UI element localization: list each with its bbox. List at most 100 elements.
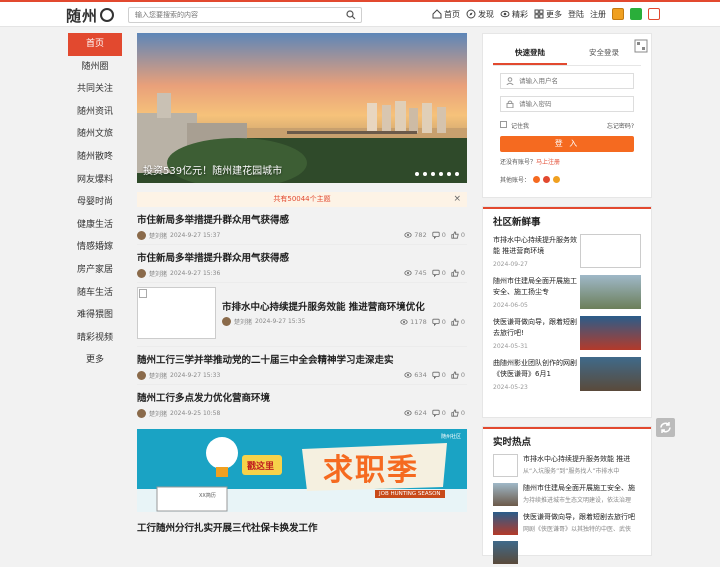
post-title[interactable]: 市排水中心持续提升服务效能 推进营商环境优化 [222,299,425,313]
hot-item-image[interactable] [493,512,518,535]
hot-item[interactable]: 侠医谦哥做向导，跟着短剧去旅行吧 网剧《侠医谦哥》以其独特的中医、武侠 [493,509,641,538]
post-item[interactable]: 市住新局多举措提升群众用气获得感 楚刘猪 2024-9-27 15:36 745… [137,245,467,283]
wechat-icon[interactable] [630,8,642,20]
avatar[interactable] [137,269,146,278]
avatar[interactable] [137,231,146,240]
register-now-link[interactable]: 马上注册 [536,159,560,166]
community-item[interactable]: 随州市住建局全面开展施工安全、施工扬尘专 2024-06-05 [493,272,641,313]
register-link[interactable]: 注册 [590,9,606,20]
weibo-icon[interactable] [648,8,660,20]
community-item-image[interactable] [580,357,641,391]
post-item[interactable]: 工行随州分行扎实开展三代社保卡换发工作 [137,512,467,542]
post-item[interactable]: 市住新局多举措提升群众用气获得感 楚刘猪 2024-9-27 15:37 782… [137,207,467,245]
sidebar-item-home-living[interactable]: 房产家居 [68,259,122,282]
banner-caption[interactable]: 投资539亿元！随州建花园城市 [143,162,282,177]
hot-item-title[interactable]: 随州市住建局全面开展施工安全、施 [523,483,653,493]
thumbs-up-icon[interactable] [451,318,459,326]
carousel-dot[interactable] [415,172,419,176]
qq-icon[interactable] [533,176,541,183]
post-item[interactable]: 市排水中心持续提升服务效能 推进营商环境优化 楚刘猪 2024-9-27 15:… [137,283,467,347]
sidebar-item-common-focus[interactable]: 共同关注 [68,78,122,101]
username-input[interactable] [501,74,633,88]
thumbs-up-icon[interactable] [451,409,459,417]
phone-login-icon[interactable] [553,176,561,183]
sidebar-item-more[interactable]: 更多 [68,349,122,372]
hot-item-title[interactable]: 市排水中心持续提升服务效能 推进 [523,454,653,464]
app-download-icon[interactable] [612,8,624,20]
nav-discover[interactable]: 发现 [466,9,494,20]
close-icon[interactable]: × [453,192,461,207]
community-item[interactable]: 侠医谦哥做向导，跟着短剧去旅行吧! 2024-05-31 [493,313,641,354]
nav-featured[interactable]: 精彩 [500,9,528,20]
sidebar-item-home[interactable]: 首页 [68,33,122,56]
sidebar-item-tips[interactable]: 网友爆料 [68,169,122,192]
community-item[interactable]: 曲随州影业团队创作的网剧《侠医谦哥》6月1 2024-05-23 [493,354,641,395]
carousel-dot[interactable] [431,172,435,176]
post-author[interactable]: 楚刘猪 [149,231,167,240]
post-title[interactable]: 市住新局多举措提升群众用气获得感 [137,250,289,264]
avatar[interactable] [137,371,146,380]
post-title[interactable]: 工行随州分行扎实开展三代社保卡换发工作 [137,520,318,534]
sidebar-item-culture-travel[interactable]: 随州文旅 [68,123,122,146]
post-title[interactable]: 随州工行多点发力优化营商环境 [137,390,270,404]
sidebar-item-videos[interactable]: 晴彩视频 [68,327,122,350]
hot-item[interactable] [493,538,641,567]
community-item-image[interactable] [580,316,641,350]
avatar[interactable] [137,409,146,418]
carousel-dot[interactable] [423,172,427,176]
refresh-button[interactable] [656,418,675,437]
community-item-title[interactable]: 侠医谦哥做向导，跟着短剧去旅行吧! [493,317,581,339]
forgot-password-link[interactable]: 忘记密码? [607,121,634,130]
site-logo[interactable]: 随州 [66,6,115,25]
banner-carousel[interactable]: 投资539亿元！随州建花园城市 [137,33,467,183]
post-author[interactable]: 楚刘猪 [149,269,167,278]
carousel-dot[interactable] [447,172,451,176]
hot-item-image[interactable] [493,454,518,477]
post-title[interactable]: 市住新局多举措提升群众用气获得感 [137,212,289,226]
community-item-image[interactable] [580,275,641,309]
hot-item[interactable]: 市排水中心持续提升服务效能 推进 从“入坑服务”到“服务找人”市排水中 [493,451,641,480]
thumbs-up-icon[interactable] [451,269,459,277]
carousel-dot[interactable] [439,172,443,176]
post-author[interactable]: 楚刘猪 [234,317,252,326]
sidebar-item-mother-baby[interactable]: 母婴时尚 [68,191,122,214]
nav-home[interactable]: 首页 [432,9,460,20]
sidebar-item-news[interactable]: 随州资讯 [68,101,122,124]
post-item[interactable]: 随州工行多点发力优化营商环境 楚刘猪 2024-9-25 10:58 624 0… [137,385,467,423]
sidebar-item-chat[interactable]: 随州散咚 [68,146,122,169]
search-icon[interactable] [346,10,356,20]
sidebar-item-marriage[interactable]: 情感婚嫁 [68,236,122,259]
sidebar-item-funny-pics[interactable]: 难得猥图 [68,304,122,327]
hot-item-image[interactable] [493,483,518,506]
sidebar-item-cars[interactable]: 随车生活 [68,282,122,305]
tab-secure-login[interactable]: 安全登录 [567,42,641,65]
community-item-title[interactable]: 曲随州影业团队创作的网剧《侠医谦哥》6月1 [493,358,581,380]
post-author[interactable]: 楚刘猪 [149,371,167,380]
post-author[interactable]: 楚刘猪 [149,409,167,418]
post-item[interactable]: 随州工行三学并举推动党的二十届三中全会精神学习走深走实 楚刘猪 2024-9-2… [137,347,467,385]
community-item-title[interactable]: 随州市住建局全面开展施工安全、施工扬尘专 [493,276,581,298]
weibo-login-icon[interactable] [543,176,551,183]
thumbs-up-icon[interactable] [451,231,459,239]
hot-item[interactable]: 随州市住建局全面开展施工安全、施 为持续推进城市生态文明建设，依法治理 [493,480,641,509]
community-item[interactable]: 市排水中心持续提升服务效能 推进营商环境 2024-09-27 [493,231,641,272]
job-season-ad[interactable]: 戳这里 求职季 JOB HUNTING SEASON 随州社区 XX简历 [137,429,467,512]
remember-checkbox[interactable] [500,121,507,128]
qr-code-icon[interactable] [634,39,648,53]
search-input[interactable] [129,8,339,22]
login-button[interactable]: 登 入 [500,136,634,152]
community-item-title[interactable]: 市排水中心持续提升服务效能 推进营商环境 [493,235,581,257]
hot-item-title[interactable]: 侠医谦哥做向导，跟着短剧去旅行吧 [523,512,653,522]
avatar[interactable] [222,317,231,326]
login-link[interactable]: 登陆 [568,9,584,20]
thumbs-up-icon[interactable] [451,371,459,379]
post-title[interactable]: 随州工行三学并举推动党的二十届三中全会精神学习走深走实 [137,352,394,366]
hot-item-image[interactable] [493,541,518,564]
post-thumbnail[interactable] [137,287,216,339]
tab-quick-login[interactable]: 快速登陆 [493,42,567,65]
password-input[interactable] [501,97,633,111]
sidebar-item-suizhou-circle[interactable]: 随州圈 [68,56,122,79]
sidebar-item-health[interactable]: 健康生活 [68,214,122,237]
carousel-dot[interactable] [455,172,459,176]
nav-more[interactable]: 更多 [534,9,562,20]
